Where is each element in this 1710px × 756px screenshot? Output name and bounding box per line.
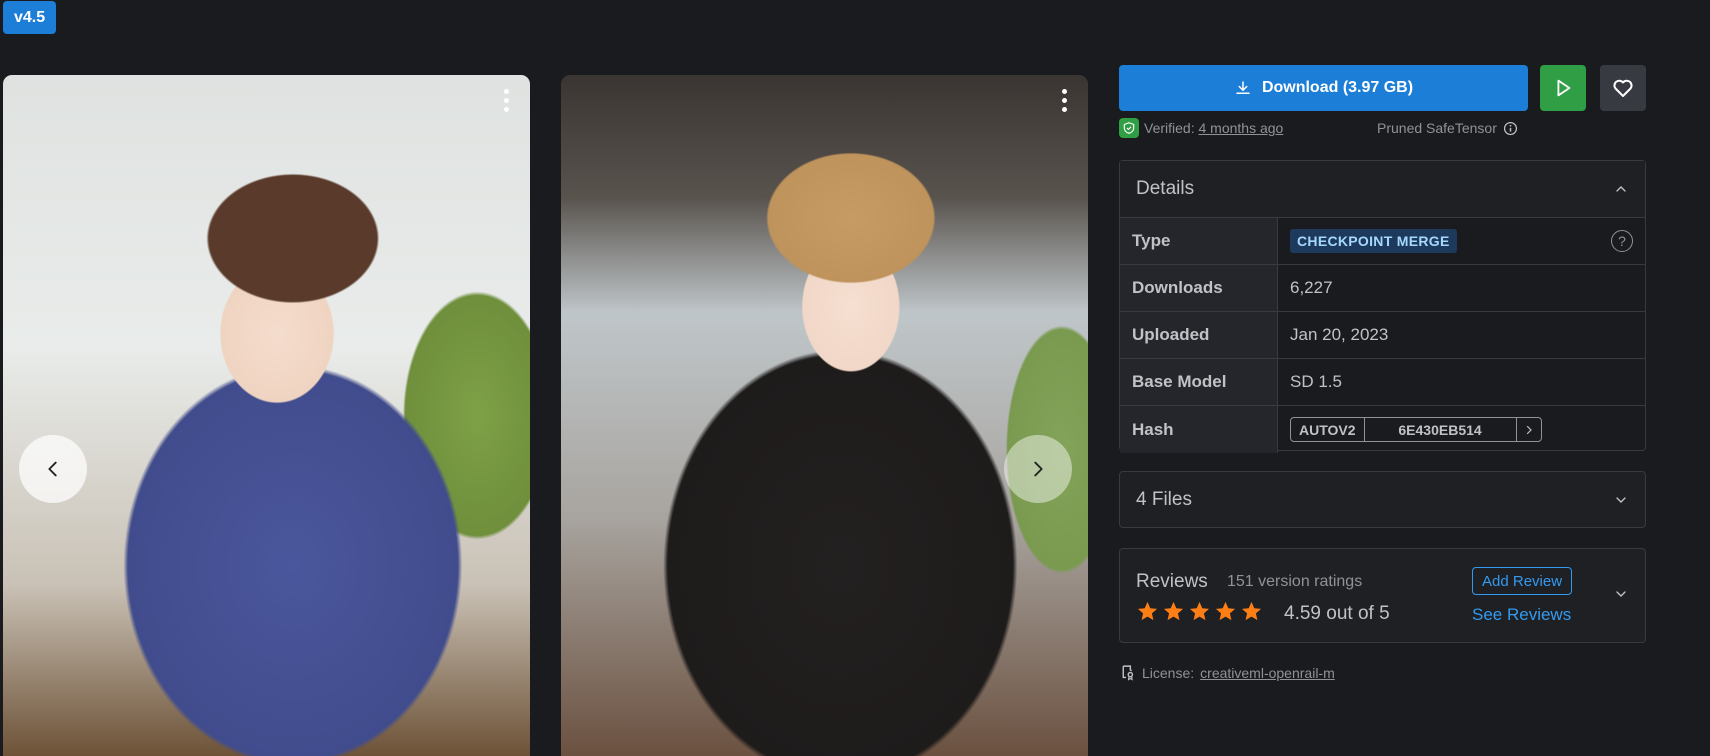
dot (1061, 88, 1067, 94)
shield-check-icon (1119, 118, 1139, 138)
dot (1061, 97, 1067, 103)
heart-icon (1613, 79, 1633, 97)
detail-value: CHECKPOINT MERGE ? (1278, 218, 1645, 264)
star-icon (1241, 601, 1262, 621)
gallery-image-1[interactable] (3, 75, 530, 756)
card-menu-button[interactable] (1054, 85, 1074, 115)
info-icon[interactable] (1503, 121, 1518, 136)
detail-row-hash: Hash AUTOV2 6E430EB514 (1120, 406, 1645, 453)
run-button[interactable] (1540, 65, 1586, 111)
reviews-accordion: Reviews 151 version ratings 4.59 out of … (1119, 548, 1646, 643)
star-icon (1189, 601, 1210, 621)
see-reviews-link[interactable]: See Reviews (1472, 605, 1571, 625)
detail-value: 6,227 (1290, 278, 1333, 297)
detail-row-uploaded: Uploaded Jan 20, 2023 (1120, 312, 1645, 359)
dot (503, 97, 509, 103)
reviews-title: Reviews (1136, 571, 1208, 592)
version-badge[interactable]: v4.5 (3, 1, 57, 34)
verified-text: Verified: 4 months ago (1144, 120, 1283, 136)
download-button[interactable]: Download (3.97 GB) (1119, 65, 1528, 111)
detail-key: Type (1120, 218, 1278, 264)
detail-row-downloads: Downloads 6,227 (1120, 265, 1645, 312)
license-icon (1122, 665, 1134, 681)
star-icon (1163, 601, 1184, 621)
chevron-down-icon (1616, 496, 1626, 503)
hash-group: AUTOV2 6E430EB514 (1290, 417, 1542, 442)
file-format-text: Pruned SafeTensor (1377, 120, 1497, 136)
verified-date-link[interactable]: 4 months ago (1198, 120, 1283, 136)
chevron-up-icon (1616, 186, 1626, 192)
hash-value[interactable]: 6E430EB514 (1365, 418, 1517, 441)
chevron-right-icon (1034, 461, 1043, 477)
files-accordion[interactable]: 4 Files (1119, 471, 1646, 528)
hash-next-button[interactable] (1517, 418, 1541, 441)
carousel-prev-button[interactable] (19, 435, 87, 503)
card-menu-button[interactable] (496, 85, 516, 115)
carousel-next-button[interactable] (1004, 435, 1072, 503)
star-icon (1137, 601, 1158, 621)
chevron-down-icon[interactable] (1613, 586, 1629, 602)
play-icon (1557, 79, 1571, 97)
detail-key: Base Model (1120, 359, 1278, 405)
rating-text: 4.59 out of 5 (1284, 603, 1390, 624)
details-header[interactable]: Details (1120, 161, 1645, 218)
chevron-right-icon (1526, 425, 1532, 434)
file-format-label: Pruned SafeTensor (1377, 120, 1518, 136)
add-review-button[interactable]: Add Review (1472, 567, 1573, 595)
dot (503, 88, 509, 94)
dot (503, 106, 509, 112)
favorite-button[interactable] (1600, 65, 1646, 111)
license-row: License: creativeml-openrail-m (1119, 664, 1335, 681)
download-icon (1236, 81, 1250, 94)
files-title: 4 Files (1136, 488, 1192, 510)
detail-value: Jan 20, 2023 (1290, 325, 1389, 344)
rating-stars (1136, 600, 1263, 623)
gallery-image-2[interactable] (561, 75, 1088, 756)
verified-row: Verified: 4 months ago Pruned SafeTensor (1119, 118, 1646, 138)
detail-row-type: Type CHECKPOINT MERGE ? (1120, 218, 1645, 265)
detail-row-base-model: Base Model SD 1.5 (1120, 359, 1645, 406)
help-icon[interactable]: ? (1611, 230, 1633, 252)
detail-key: Downloads (1120, 265, 1278, 311)
license-link[interactable]: creativeml-openrail-m (1200, 665, 1335, 681)
detail-key: Uploaded (1120, 312, 1278, 358)
license-label: License: (1142, 664, 1195, 681)
chevron-left-icon (48, 461, 57, 477)
detail-key: Hash (1120, 406, 1278, 453)
details-accordion: Details Type CHECKPOINT MERGE ? Download… (1119, 160, 1646, 453)
detail-value: SD 1.5 (1290, 372, 1342, 391)
detail-value: AUTOV2 6E430EB514 (1278, 406, 1645, 453)
download-label: Download (3.97 GB) (1261, 79, 1414, 96)
dot (1061, 106, 1067, 112)
details-title: Details (1136, 178, 1195, 199)
hash-type-selector[interactable]: AUTOV2 (1291, 418, 1365, 441)
verified-label: Verified: (1144, 120, 1195, 136)
star-icon (1215, 601, 1236, 621)
reviews-count: 151 version ratings (1227, 573, 1363, 590)
model-type-badge: CHECKPOINT MERGE (1290, 229, 1457, 253)
